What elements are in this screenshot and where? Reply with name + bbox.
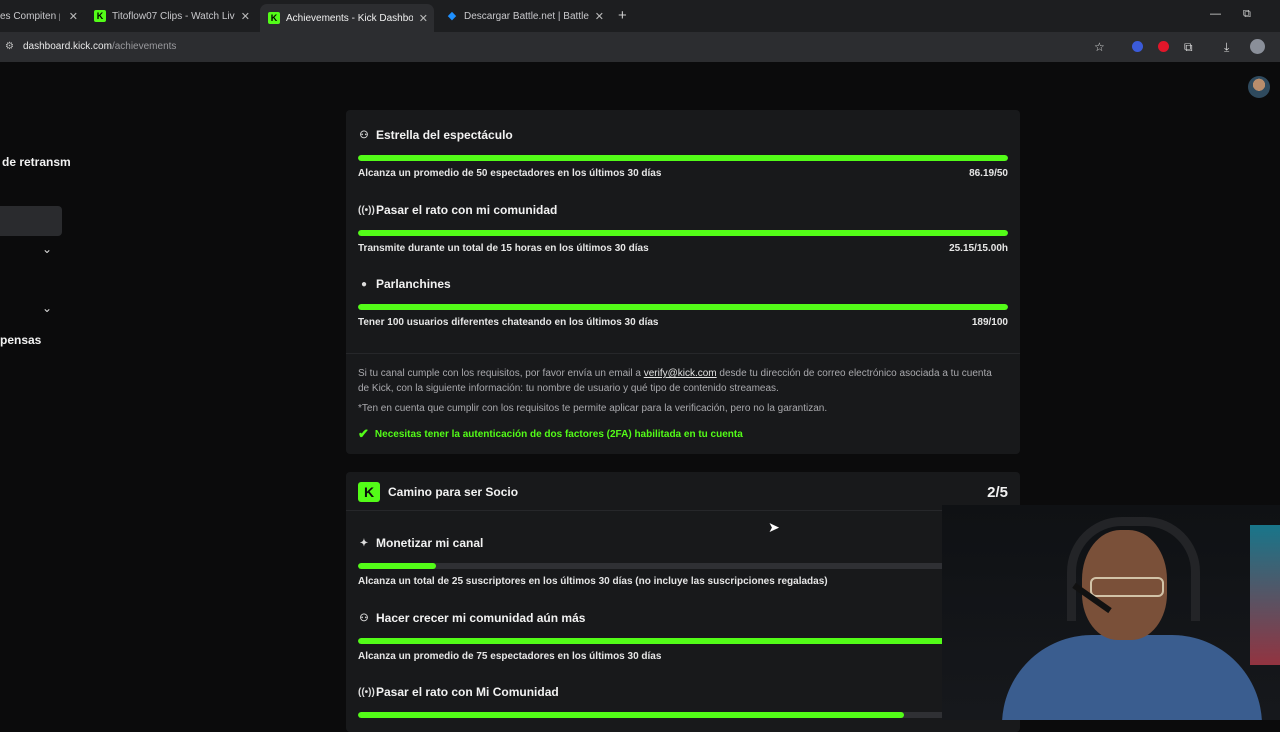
achievement-item: ((•)) Pasar el rato con Mi Comunidad [358, 685, 1008, 718]
star-icon[interactable]: ☆ [1094, 40, 1105, 54]
users-icon: ⚇ [359, 612, 369, 624]
chevron-down-icon[interactable]: ⌄ [42, 242, 52, 256]
broadcast-icon: ((•)) [358, 686, 375, 698]
headphones [1067, 517, 1200, 621]
tab-title: Descargar Battle.net | Battle.net [464, 10, 589, 22]
close-icon[interactable]: ✕ [235, 10, 256, 23]
url-path: /achievements [111, 41, 177, 52]
requirement-text: Necesitas tener la autenticación de dos … [374, 428, 743, 440]
achievement-title: Hacer crecer mi comunidad aún más [376, 611, 586, 625]
close-icon[interactable]: ✕ [63, 10, 84, 23]
mouse-cursor-icon: ➤ [768, 519, 780, 535]
users-icon: ⚇ [359, 129, 369, 141]
achievement-title: Pasar el rato con mi comunidad [376, 203, 558, 217]
partner-path-title: Camino para ser Socio [388, 485, 519, 499]
sidebar-item-retransmision[interactable]: de retransm [2, 155, 71, 169]
partner-path-count: 2/5 [987, 484, 1008, 501]
achievement-item: ⚇ Estrella del espectáculo Alcanza un pro… [358, 128, 1008, 179]
tab-3[interactable]: K Achievements - Kick Dashboard ✕ [260, 4, 434, 32]
achievement-title: Monetizar mi canal [376, 536, 484, 550]
avatar[interactable] [1248, 76, 1270, 98]
streamer-body [1002, 635, 1262, 720]
glasses [1090, 577, 1164, 597]
achievement-item: ● Parlanchines Tener 100 usuarios diferen… [358, 277, 1008, 328]
sidebar-item-recompensas[interactable]: pensas [0, 333, 41, 347]
achievement-title: Estrella del espectáculo [376, 128, 513, 142]
extension-blue-icon[interactable] [1132, 41, 1143, 52]
extension-red-icon[interactable] [1158, 41, 1169, 52]
progress-bar [358, 712, 1008, 718]
achievement-description: Alcanza un promedio de 50 espectadores e… [358, 168, 662, 179]
progress-fill [358, 230, 1008, 236]
achievement-item: ((•)) Pasar el rato con mi comunidad Tran… [358, 203, 1008, 254]
url-host: dashboard.kick.com [23, 41, 112, 52]
achievement-description: Transmite durante un total de 15 horas e… [358, 243, 649, 254]
disclaimer-text: *Ten en cuenta que cumplir con los requi… [358, 403, 828, 414]
kick-logo-icon: K [358, 482, 380, 502]
tab-title: es Compiten p [0, 10, 60, 22]
progress-bar [358, 230, 1008, 236]
sidebar-item-selected[interactable] [0, 206, 62, 236]
achievement-description: Tener 100 usuarios diferentes chateando … [358, 317, 659, 328]
close-icon[interactable]: ✕ [589, 10, 610, 23]
progress-bar [358, 304, 1008, 310]
chat-icon: ● [360, 278, 368, 290]
tab-4[interactable]: ◆ Descargar Battle.net | Battle.net ✕ [438, 4, 610, 28]
note-text: Si tu canal cumple con los requisitos, p… [358, 368, 644, 379]
progress-fill [358, 563, 436, 569]
checkmark-icon: ✔ [358, 426, 369, 441]
requirement-item: ✔ Necesitas tener la autenticación de do… [358, 426, 743, 442]
kick-logo-icon: K [94, 10, 106, 22]
browser-tab-bar: es Compiten p ✕ K Titoflow07 Clips - Wat… [0, 0, 1280, 32]
achievement-title: Pasar el rato con Mi Comunidad [376, 685, 559, 699]
achievement-item: ⚇ Hacer crecer mi comunidad aún más Alcan… [358, 611, 1008, 662]
extension-icon[interactable]: ⧉ [1184, 40, 1193, 55]
tab-2[interactable]: K Titoflow07 Clips - Watch Live o ✕ [86, 4, 256, 28]
achievement-item: ✦ Monetizar mi canal Alcanza un total de … [358, 536, 1008, 587]
url-field[interactable]: dashboard.kick.com/achievements [23, 41, 176, 52]
site-info-icon[interactable]: ⚙ [5, 41, 14, 52]
verify-email-link[interactable]: verify@kick.com [644, 368, 717, 379]
background-light [1250, 525, 1280, 665]
profile-icon[interactable] [1250, 39, 1265, 54]
tab-title: Titoflow07 Clips - Watch Live o [112, 10, 235, 22]
progress-value: 86.19/50 [969, 168, 1008, 179]
verification-card: ⚇ Estrella del espectáculo Alcanza un pro… [346, 110, 1020, 454]
tab-1[interactable]: es Compiten p ✕ [0, 4, 84, 28]
webcam-overlay [942, 505, 1280, 720]
minimize-icon[interactable]: — [1210, 8, 1221, 20]
partner-path-card: K Camino para ser Socio 2/5 ✦ Monetizar m… [346, 472, 1020, 732]
chevron-down-icon[interactable]: ⌄ [42, 301, 52, 315]
achievement-title: Parlanchines [376, 277, 451, 291]
battlenet-logo-icon: ◆ [447, 10, 457, 22]
progress-fill [358, 638, 1008, 644]
progress-bar [358, 638, 1008, 644]
progress-bar [358, 563, 1008, 569]
tab-title: Achievements - Kick Dashboard [286, 12, 413, 24]
verification-note: Si tu canal cumple con los requisitos, p… [358, 366, 1002, 396]
partner-path-header: K Camino para ser Socio [358, 482, 518, 502]
kick-logo-icon: K [268, 12, 280, 24]
broadcast-icon: ((•)) [358, 204, 375, 216]
progress-bar [358, 155, 1008, 161]
progress-value: 25.15/15.00h [949, 243, 1008, 254]
progress-fill [358, 304, 1008, 310]
restore-icon[interactable]: ⧉ [1243, 8, 1251, 21]
progress-value: 189/100 [971, 317, 1008, 328]
divider [346, 353, 1020, 354]
download-icon[interactable]: ⤓ [1224, 40, 1229, 55]
progress-fill [358, 712, 904, 718]
divider [346, 510, 1020, 511]
sparkle-icon: ✦ [359, 537, 369, 549]
plus-icon[interactable]: + [618, 7, 627, 24]
achievement-description: Alcanza un total de 25 suscriptores en l… [358, 576, 828, 587]
achievement-description: Alcanza un promedio de 75 espectadores e… [358, 651, 662, 662]
progress-fill [358, 155, 1008, 161]
close-icon[interactable]: ✕ [413, 12, 434, 25]
address-bar: ⚙ dashboard.kick.com/achievements ☆ ⧉ ⤓ [0, 32, 1280, 62]
